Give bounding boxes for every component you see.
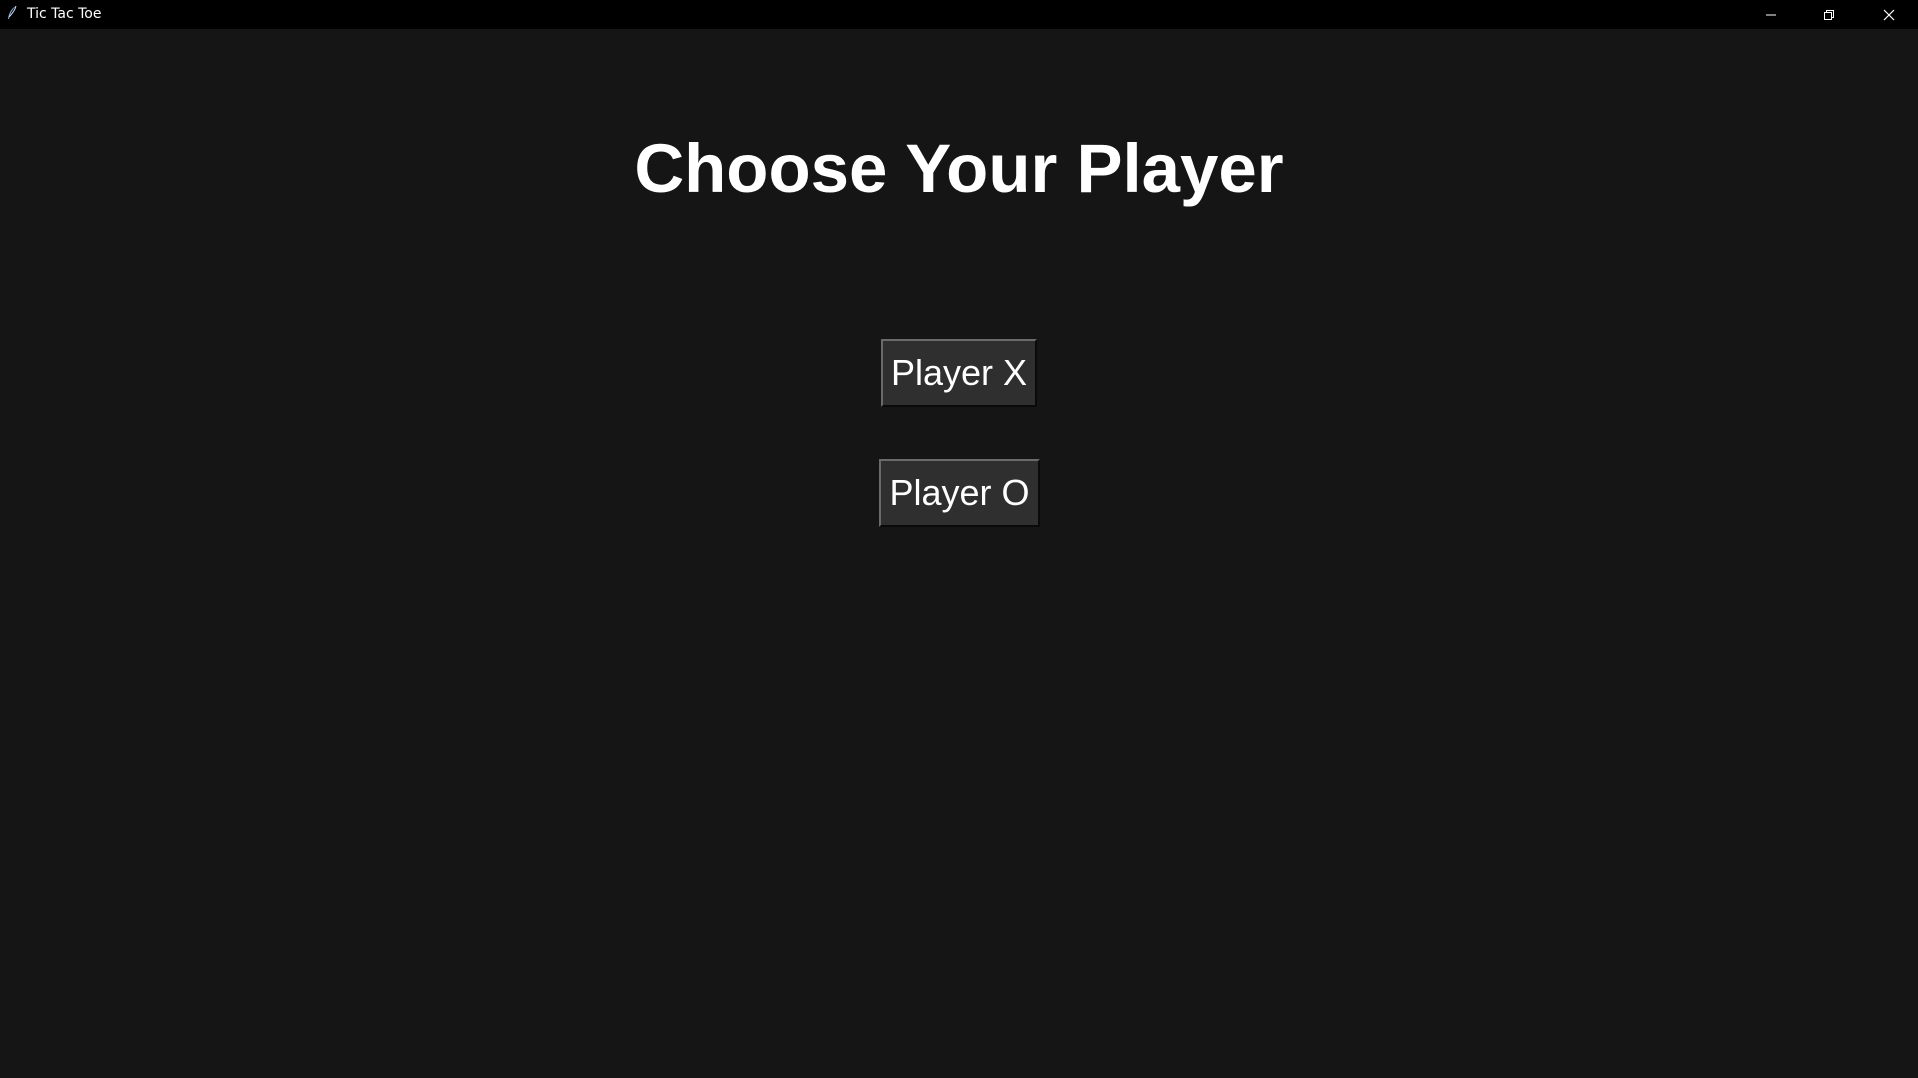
player-x-button[interactable]: Player X (881, 339, 1037, 407)
page-title: Choose Your Player (634, 130, 1284, 207)
feather-icon (6, 5, 18, 21)
minimize-button[interactable] (1742, 0, 1800, 29)
close-icon (1883, 9, 1895, 21)
restore-button[interactable] (1800, 0, 1858, 29)
title-bar[interactable]: Tic Tac Toe (0, 0, 1918, 29)
minimize-icon (1765, 9, 1777, 21)
close-button[interactable] (1860, 0, 1918, 29)
app-window: Tic Tac Toe Choose Your Player Player X … (0, 0, 1918, 1078)
player-o-button[interactable]: Player O (879, 459, 1040, 527)
restore-icon (1823, 9, 1835, 21)
window-title: Tic Tac Toe (27, 6, 102, 22)
